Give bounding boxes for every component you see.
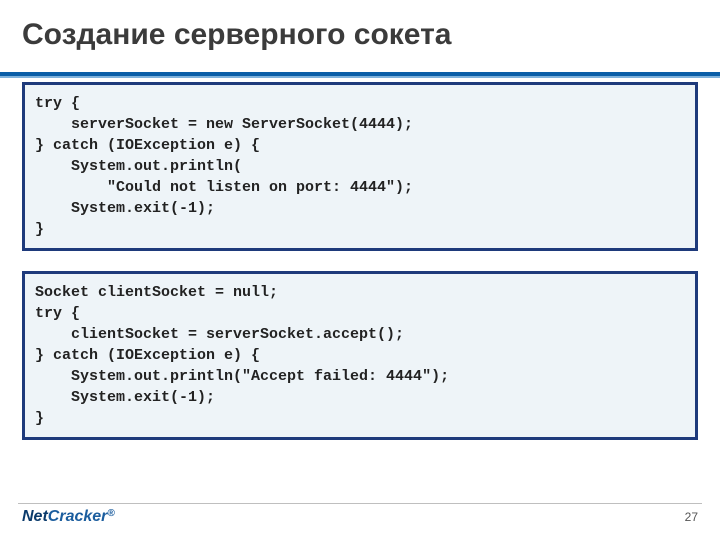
logo-registered: ® — [107, 508, 114, 519]
logo-part-net: Net — [22, 508, 48, 525]
logo-part-cracker: Cracker — [48, 508, 108, 525]
code-text-1: try { serverSocket = new ServerSocket(44… — [35, 93, 685, 240]
footer: NetCracker® 27 — [0, 500, 720, 540]
title-divider — [0, 72, 720, 78]
code-block-2: Socket clientSocket = null; try { client… — [22, 271, 698, 440]
code-block-1: try { serverSocket = new ServerSocket(44… — [22, 82, 698, 251]
slide: Создание серверного сокета try { serverS… — [0, 0, 720, 540]
page-number: 27 — [685, 510, 698, 524]
code-text-2: Socket clientSocket = null; try { client… — [35, 282, 685, 429]
slide-title: Создание серверного сокета — [0, 0, 720, 52]
logo: NetCracker® — [22, 508, 115, 526]
